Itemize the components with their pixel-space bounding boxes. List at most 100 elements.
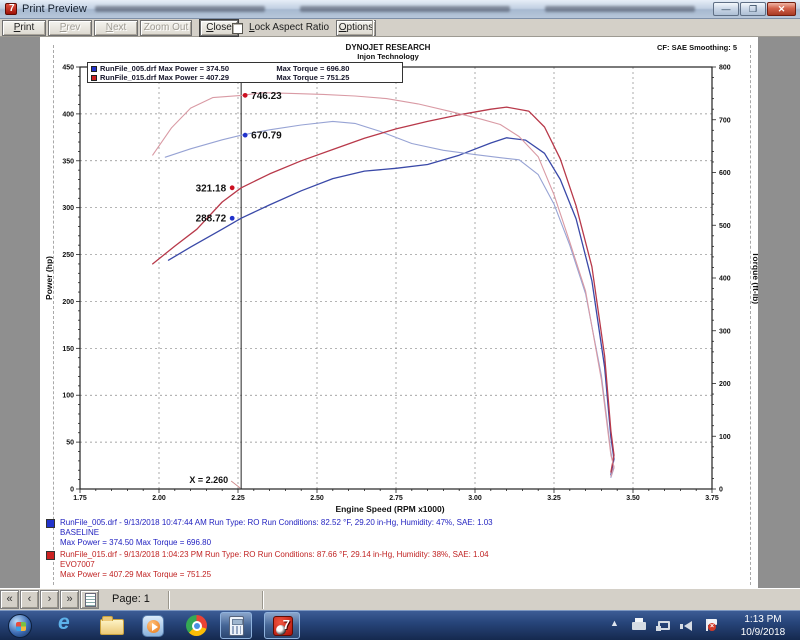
x-axis-title: Engine Speed (RPM x1000): [335, 504, 444, 514]
media-player-icon[interactable]: [142, 615, 164, 637]
legend-swatch-red: [91, 75, 97, 81]
close-window-button[interactable]: ✕: [767, 2, 796, 16]
calculator-icon: [229, 616, 244, 636]
run1-swatch: [46, 519, 55, 528]
x-tick-label: 2.25: [231, 495, 245, 502]
power-tick-label: 400: [62, 111, 74, 118]
action-center-icon[interactable]: [706, 619, 717, 631]
network-tray-icon[interactable]: [656, 621, 670, 631]
dynojet-app-icon: [273, 616, 293, 636]
chart-subtitle: Injon Technology: [357, 52, 419, 61]
first-page-button[interactable]: «: [0, 590, 19, 609]
power-tick-label: 300: [62, 205, 74, 212]
power-tick-label: 50: [66, 440, 74, 447]
windows-explorer-icon[interactable]: [100, 616, 124, 635]
curve-runfile-015-power-hp-: [152, 106, 615, 473]
preview-area: 1.75 2.00 2.25 2.50 2.75 3.00 3.25 3.50 3.75 0 50 1…: [0, 37, 800, 588]
preview-page: 1.75 2.00 2.25 2.50 2.75 3.00 3.25 3.50 3.75 0 50 1…: [40, 37, 758, 588]
torque-tick-label: 800: [719, 65, 731, 72]
legend-row-run1: RunFile_005.drf Max Power = 374.50 Max To…: [91, 64, 399, 73]
cursor-marker-dot: [229, 185, 235, 191]
page-setup-button[interactable]: [80, 590, 99, 609]
restore-button[interactable]: ❐: [740, 2, 766, 16]
run1-annotation: RunFile_005.drf - 9/13/2018 10:47:44 AM …: [46, 518, 493, 548]
start-button[interactable]: [8, 614, 32, 638]
cursor-marker-dot: [229, 215, 235, 221]
toolbar-divider: [372, 20, 373, 36]
last-page-button[interactable]: »: [60, 590, 79, 609]
x-tick-label: 3.25: [547, 495, 561, 502]
previous-page-button[interactable]: ‹: [20, 590, 39, 609]
blurred-background-text: [300, 6, 510, 12]
power-tick-label: 350: [62, 158, 74, 165]
power-tick-label: 450: [62, 65, 74, 72]
torque-tick-label: 600: [719, 170, 731, 177]
power-tick-label: 0: [70, 487, 74, 494]
cursor-value-label: 321.18: [196, 183, 227, 194]
x-tick-label: 2.75: [389, 495, 403, 502]
prev-page-button[interactable]: Prev: [48, 20, 92, 36]
cursor-x-label: X = 2.260: [189, 475, 228, 485]
power-tick-label: 250: [62, 252, 74, 259]
run1-maxvalues: Max Power = 374.50 Max Torque = 696.80: [60, 538, 212, 547]
torque-tick-label: 200: [719, 381, 731, 388]
torque-tick-label: 100: [719, 434, 731, 441]
page-number-label: Page: 1: [112, 593, 150, 605]
cursor-marker-dot: [242, 92, 248, 98]
page-margin-guide-left: [53, 45, 54, 585]
print-preview-toolbar: Print Prev Next Zoom Out Close Lock Aspe…: [0, 19, 800, 37]
next-page-nav-button[interactable]: ›: [40, 590, 59, 609]
zoom-out-button[interactable]: Zoom Out: [140, 20, 192, 36]
power-tick-label: 200: [62, 299, 74, 306]
power-tick-label: 100: [62, 393, 74, 400]
statusbar-separator: [168, 591, 169, 609]
cursor-leader-line: [230, 480, 241, 489]
x-tick-label: 3.00: [468, 495, 482, 502]
options-button[interactable]: Options: [336, 20, 376, 36]
x-tick-label: 3.50: [626, 495, 640, 502]
run2-swatch: [46, 551, 55, 560]
run2-annotation: RunFile_015.drf - 9/13/2018 1:04:23 PM R…: [46, 550, 489, 580]
blurred-background-text: [95, 6, 265, 12]
run2-label: EVO7007: [60, 560, 95, 569]
run1-conditions: RunFile_005.drf - 9/13/2018 10:47:44 AM …: [60, 518, 493, 527]
x-tick-label: 1.75: [73, 495, 87, 502]
minimize-button[interactable]: —: [713, 2, 739, 16]
play-icon: [147, 620, 160, 633]
screen: { "window": { "title": "Print Preview" }…: [0, 0, 800, 640]
clock-date: 10/9/2018: [740, 627, 786, 638]
printer-tray-icon[interactable]: [632, 618, 646, 630]
power-tick-label: 150: [62, 346, 74, 353]
curve-runfile-005-power-hp-: [167, 137, 615, 476]
next-page-button[interactable]: Next: [94, 20, 138, 36]
lock-aspect-ratio-checkbox[interactable]: [232, 23, 243, 34]
show-hidden-icons-button[interactable]: ▲: [610, 618, 619, 628]
chrome-icon[interactable]: [186, 615, 207, 636]
dynojet-taskbar-button[interactable]: [264, 612, 300, 639]
torque-tick-label: 500: [719, 223, 731, 230]
x-tick-label: 2.00: [152, 495, 166, 502]
windows-taskbar: e ▲ 1:13 PM 10/9/2018: [0, 610, 800, 640]
legend-swatch-blue: [91, 66, 97, 72]
x-tick-label: 3.75: [705, 495, 719, 502]
cursor-value-label: 288.72: [196, 214, 227, 225]
torque-tick-label: 0: [719, 487, 723, 494]
clock-time: 1:13 PM: [744, 614, 782, 625]
cursor-value-label: 746.23: [251, 91, 282, 102]
torque-axis-title: Torque (ft-lb): [751, 252, 758, 304]
statusbar: « ‹ › » Page: 1: [0, 588, 800, 610]
internet-explorer-icon[interactable]: e: [58, 611, 70, 635]
taskbar-clock[interactable]: 1:13 PM 10/9/2018: [732, 613, 794, 639]
volume-tray-icon[interactable]: [680, 621, 692, 631]
run2-maxvalues: Max Power = 407.29 Max Torque = 751.25: [60, 570, 212, 579]
curve-runfile-005-torque-ft-lb-: [164, 120, 615, 478]
torque-tick-label: 400: [719, 276, 731, 283]
print-button[interactable]: Print: [2, 20, 46, 36]
titlebar[interactable]: Print Preview — ❐ ✕: [0, 0, 800, 19]
blurred-background-text: [545, 6, 695, 12]
smoothing-label: CF: SAE Smoothing: 5: [657, 43, 737, 52]
torque-tick-label: 700: [719, 117, 731, 124]
torque-tick-label: 300: [719, 328, 731, 335]
calculator-taskbar-button[interactable]: [220, 612, 252, 639]
dyno-chart: 1.75 2.00 2.25 2.50 2.75 3.00 3.25 3.50 3.750501…: [44, 65, 758, 515]
